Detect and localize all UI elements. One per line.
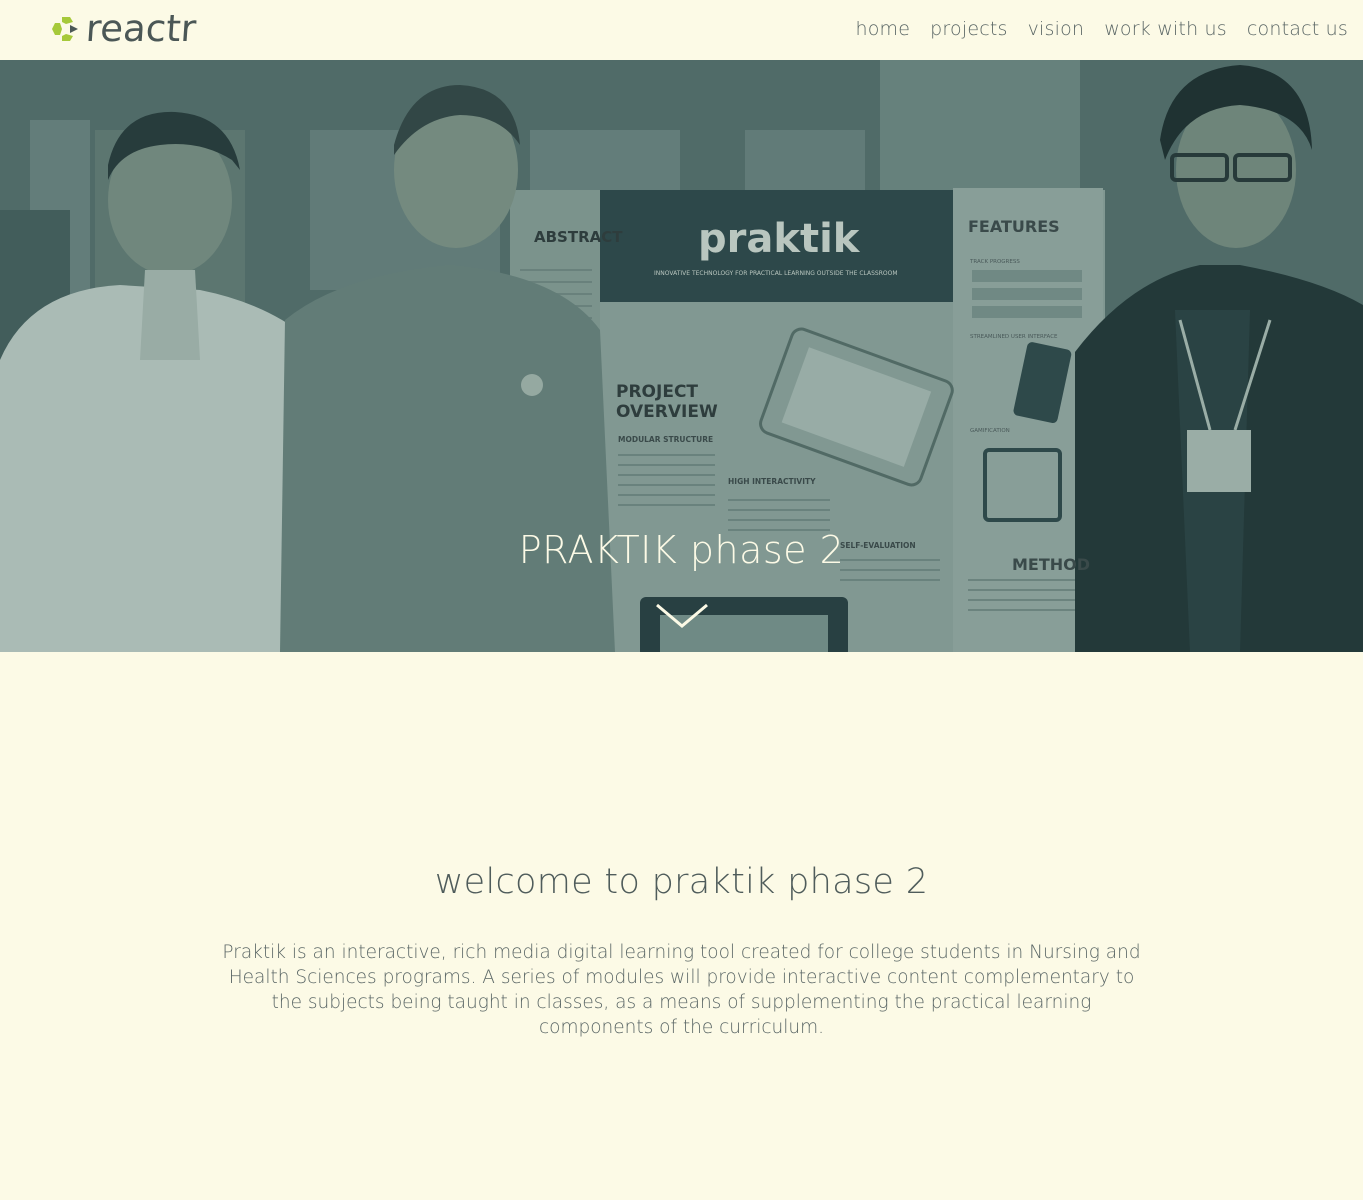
poster-streamlined: STREAMLINED USER INTERFACE: [970, 334, 1058, 340]
nav-vision[interactable]: vision: [1028, 18, 1085, 40]
reactr-logo-icon: [52, 17, 78, 41]
intro-body: Praktik is an interactive, rich media di…: [222, 942, 1141, 1038]
poster-abstract: ABSTRACT: [534, 228, 623, 246]
hero-banner: ABSTRACT praktik INNOVATIVE TECHNOLOGY F…: [0, 60, 1363, 652]
poster-overview-1: PROJECT: [616, 382, 698, 402]
poster-features: FEATURES: [968, 217, 1060, 236]
poster-overview-2: OVERVIEW: [616, 402, 718, 422]
intro-title: welcome to praktik phase 2: [434, 862, 929, 902]
poster-interactivity: HIGH INTERACTIVITY: [728, 477, 816, 486]
nav-work-with-us[interactable]: work with us: [1104, 18, 1227, 40]
chevron-down-icon[interactable]: [655, 602, 709, 630]
hero-title: PRAKTIK phase 2: [518, 528, 845, 572]
poster-modular: MODULAR STRUCTURE: [618, 435, 713, 444]
poster-gamification: GAMIFICATION: [970, 428, 1010, 434]
reactr-logo[interactable]: reactr: [48, 7, 218, 50]
nav-contact-us[interactable]: contact us: [1247, 18, 1348, 40]
site-header: reactr home projects vision work with us…: [0, 0, 1363, 60]
nav-projects[interactable]: projects: [930, 18, 1007, 40]
poster-track: TRACK PROGRESS: [969, 259, 1020, 265]
main-nav: home projects vision work with us contac…: [835, 14, 1348, 44]
nav-home[interactable]: home: [855, 18, 910, 40]
logo-wordmark: reactr: [84, 7, 198, 50]
poster-brand: praktik: [698, 216, 861, 262]
poster-tagline: INNOVATIVE TECHNOLOGY FOR PRACTICAL LEAR…: [654, 270, 898, 277]
